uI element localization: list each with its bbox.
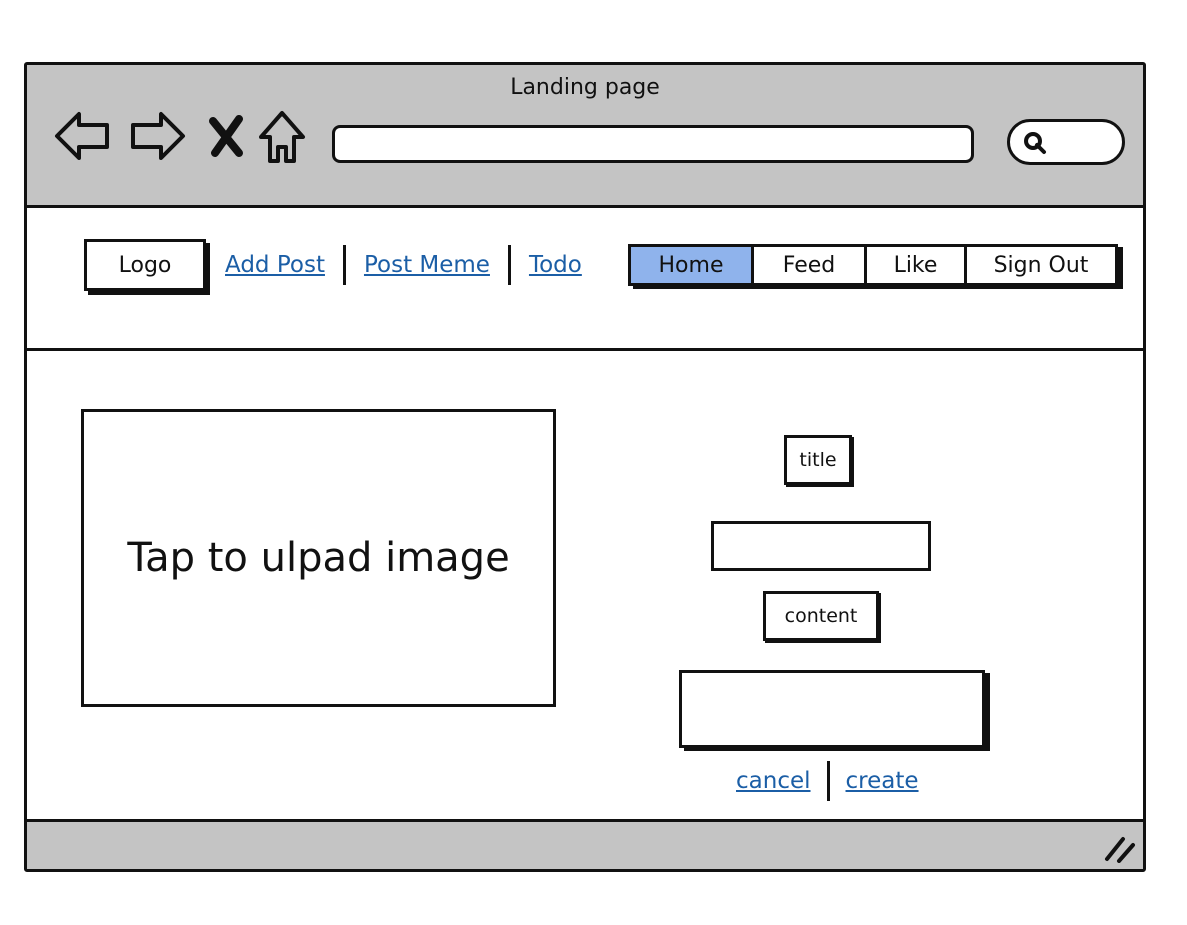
title-label: title bbox=[784, 435, 852, 485]
window-title: Landing page bbox=[510, 75, 660, 100]
nav-tabs: Home Feed Like Sign Out bbox=[628, 244, 1118, 286]
create-link[interactable]: create bbox=[846, 768, 919, 794]
resize-grip-icon[interactable] bbox=[1103, 833, 1137, 863]
image-upload-area[interactable]: Tap to ulpad image bbox=[81, 409, 556, 707]
tab-feed[interactable]: Feed bbox=[751, 247, 864, 283]
browser-window: Landing page Logo Add Post Post Meme Tod… bbox=[24, 62, 1146, 872]
close-icon[interactable] bbox=[201, 107, 251, 165]
browser-search-field[interactable] bbox=[1007, 119, 1125, 165]
cancel-link[interactable]: cancel bbox=[736, 768, 811, 794]
forward-arrow-icon[interactable] bbox=[127, 107, 187, 165]
tab-sign-out[interactable]: Sign Out bbox=[964, 247, 1115, 283]
todo-link[interactable]: Todo bbox=[529, 252, 582, 278]
header-links: Add Post Post Meme Todo bbox=[225, 244, 582, 286]
add-post-link[interactable]: Add Post bbox=[225, 252, 325, 278]
browser-toolbar: Landing page bbox=[27, 65, 1143, 208]
tab-like[interactable]: Like bbox=[864, 247, 964, 283]
content-label: content bbox=[763, 591, 879, 641]
tab-home[interactable]: Home bbox=[631, 247, 751, 283]
action-separator bbox=[826, 761, 830, 801]
search-icon bbox=[1024, 132, 1046, 154]
title-input[interactable] bbox=[711, 521, 931, 571]
link-separator bbox=[342, 245, 346, 285]
logo[interactable]: Logo bbox=[84, 239, 206, 291]
link-separator bbox=[507, 245, 511, 285]
home-icon[interactable] bbox=[257, 107, 307, 165]
form-actions: cancel create bbox=[736, 760, 919, 802]
status-bar bbox=[27, 819, 1143, 869]
content-input[interactable] bbox=[679, 670, 985, 748]
site-header: Logo Add Post Post Meme Todo Home Feed L… bbox=[27, 208, 1143, 351]
post-meme-link[interactable]: Post Meme bbox=[364, 252, 490, 278]
address-bar[interactable] bbox=[332, 125, 974, 163]
back-arrow-icon[interactable] bbox=[53, 107, 113, 165]
